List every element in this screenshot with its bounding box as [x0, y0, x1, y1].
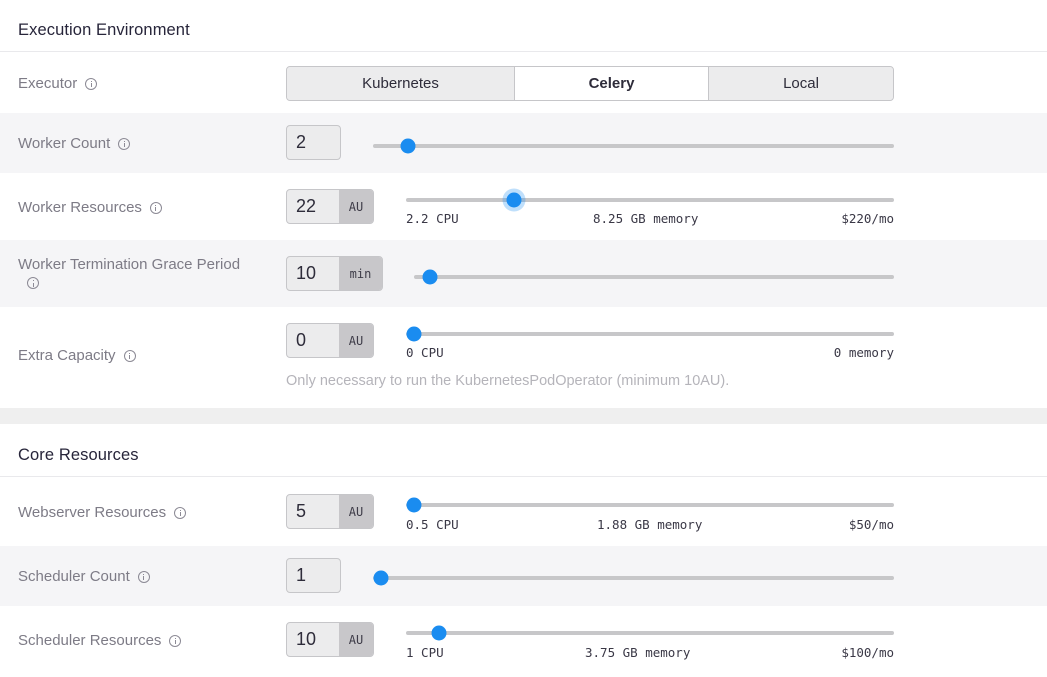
- webserver-resources-row: Webserver Resources 5 AU 0.5 CPU 1.88 GB…: [0, 477, 1047, 546]
- unit-au: AU: [339, 190, 373, 223]
- extra-capacity-slider-track[interactable]: [406, 332, 894, 336]
- grace-period-slider-track[interactable]: [414, 275, 894, 279]
- info-icon[interactable]: [137, 570, 150, 583]
- worker-cpu-text: 2.2 CPU: [406, 211, 459, 226]
- scheduler-cpu-text: 1 CPU: [406, 645, 444, 660]
- executor-label: Executor: [18, 75, 98, 92]
- worker-cost-text: $220/mo: [841, 211, 894, 226]
- executor-option-celery[interactable]: Celery: [515, 67, 709, 100]
- scheduler-resources-row: Scheduler Resources 10 AU 1 CPU 3.75 GB …: [0, 606, 1047, 677]
- grace-period-label: Worker Termination Grace Period: [18, 256, 241, 273]
- worker-resources-row: Worker Resources 22 AU 2.2 CPU 8.25 GB m…: [0, 173, 1047, 240]
- section-title-core: Core Resources: [18, 446, 139, 464]
- webserver-resources-label: Webserver Resources: [18, 504, 187, 521]
- unit-au: AU: [339, 623, 373, 656]
- webserver-cost-text: $50/mo: [848, 517, 894, 532]
- info-icon[interactable]: [169, 634, 182, 647]
- grace-period-row: Worker Termination Grace Period 10 min: [0, 240, 1047, 307]
- scheduler-cost-text: $100/mo: [841, 645, 894, 660]
- scheduler-resources-slider-track[interactable]: [406, 631, 894, 635]
- worker-resources-input[interactable]: 22 AU: [286, 189, 374, 224]
- section-title-execution: Execution Environment: [18, 21, 190, 39]
- worker-count-label: Worker Count: [18, 135, 131, 152]
- worker-resources-label: Worker Resources: [18, 199, 162, 216]
- info-icon[interactable]: [149, 201, 162, 214]
- webserver-slider-thumb[interactable]: [406, 497, 422, 513]
- scheduler-resources-input[interactable]: 10 AU: [286, 622, 374, 657]
- core-resources-card: Core Resources Webserver Resources 5 AU …: [0, 424, 1047, 677]
- worker-count-input[interactable]: 2: [286, 125, 341, 160]
- info-icon[interactable]: [85, 77, 98, 90]
- scheduler-count-slider-thumb[interactable]: [373, 570, 389, 586]
- extra-capacity-slider-thumb[interactable]: [406, 326, 422, 342]
- extra-capacity-label: Extra Capacity: [18, 347, 136, 364]
- scheduler-count-row: Scheduler Count 1: [0, 546, 1047, 606]
- info-icon[interactable]: [174, 506, 187, 519]
- worker-count-slider-track[interactable]: [373, 144, 894, 148]
- extra-capacity-input[interactable]: 0 AU: [286, 323, 374, 358]
- executor-option-kubernetes[interactable]: Kubernetes: [287, 67, 515, 100]
- worker-resources-slider-thumb[interactable]: [506, 192, 522, 208]
- webserver-memory-text: 1.88 GB memory: [597, 517, 703, 532]
- extra-memory-text: 0 memory: [833, 345, 894, 360]
- webserver-cpu-text: 0.5 CPU: [406, 517, 459, 532]
- scheduler-resources-label: Scheduler Resources: [18, 632, 182, 649]
- executor-segmented-control: Kubernetes Celery Local: [286, 66, 894, 101]
- worker-memory-text: 8.25 GB memory: [593, 211, 699, 226]
- webserver-resources-input[interactable]: 5 AU: [286, 494, 374, 529]
- unit-min: min: [339, 257, 382, 290]
- extra-capacity-row: Extra Capacity 0 AU 0 CPU 0 memory: [0, 307, 1047, 408]
- worker-count-slider-thumb[interactable]: [400, 138, 416, 154]
- scheduler-resources-slider-thumb[interactable]: [431, 625, 447, 641]
- info-icon[interactable]: [123, 349, 136, 362]
- extra-capacity-help-text: Only necessary to run the KubernetesPodO…: [286, 373, 730, 389]
- scheduler-count-input[interactable]: 1: [286, 558, 341, 593]
- worker-resources-slider-track[interactable]: [406, 198, 894, 202]
- info-icon[interactable]: [118, 137, 131, 150]
- extra-cpu-text: 0 CPU: [406, 345, 444, 360]
- worker-count-row: Worker Count 2: [0, 113, 1047, 173]
- unit-au: AU: [339, 324, 373, 357]
- grace-period-slider-thumb[interactable]: [422, 269, 438, 285]
- unit-au: AU: [339, 495, 373, 528]
- scheduler-memory-text: 3.75 GB memory: [585, 645, 691, 660]
- executor-option-local[interactable]: Local: [709, 67, 893, 100]
- webserver-slider-track[interactable]: [406, 503, 894, 507]
- grace-period-input[interactable]: 10 min: [286, 256, 383, 291]
- info-icon[interactable]: [27, 277, 39, 289]
- scheduler-count-slider-track[interactable]: [373, 576, 894, 580]
- scheduler-count-label: Scheduler Count: [18, 568, 150, 585]
- execution-environment-card: Execution Environment Executor Kubernete…: [0, 0, 1047, 408]
